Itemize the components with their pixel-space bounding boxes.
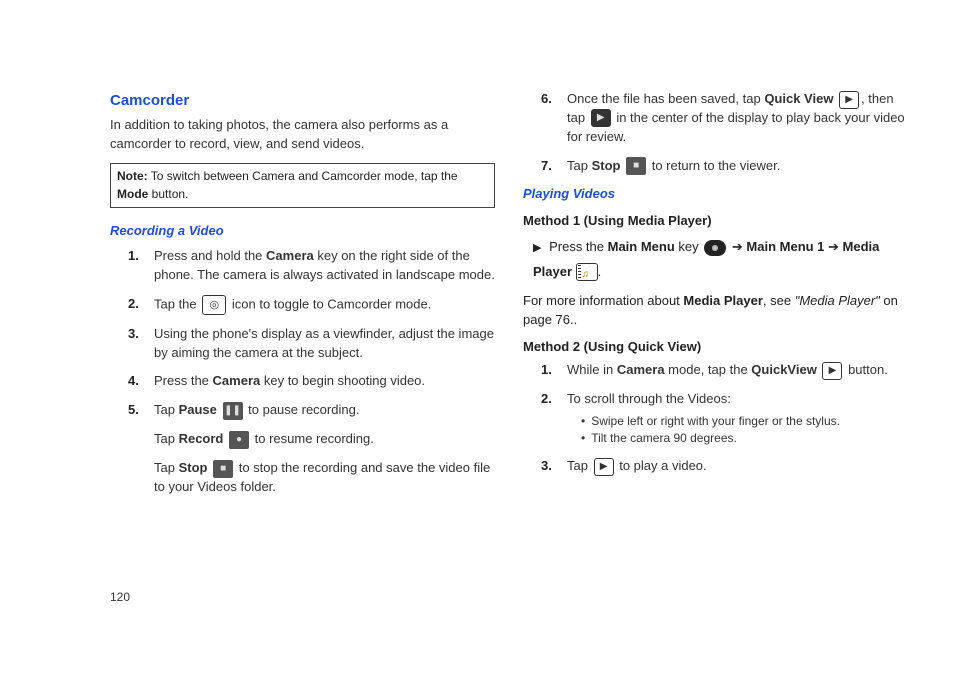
step-3: 3. Using the phone's display as a viewfi… [134, 325, 495, 363]
step-text: to resume recording. [255, 431, 374, 446]
play-filled-icon: ▶ [591, 109, 611, 127]
step-bold: Camera [213, 373, 261, 388]
step-bold: Pause [179, 402, 217, 417]
step-text: Tap the [154, 296, 200, 311]
step-text: Press and hold the [154, 248, 266, 263]
step-5: 5. Tap Pause ❚❚ to pause recording. Tap … [134, 401, 495, 496]
step-text: in the center of the display to play bac… [567, 110, 905, 144]
arrow-1: ➔ [732, 239, 747, 254]
step-text: Press the [154, 373, 213, 388]
step-text: Using the phone's display as a viewfinde… [154, 326, 494, 360]
step-text: icon to toggle to Camcorder mode. [232, 296, 431, 311]
ref-text: For more information about [523, 293, 683, 308]
step-text: Once the file has been saved, tap [567, 91, 764, 106]
step-text: Tap [154, 460, 179, 475]
note-box: Note: To switch between Camera and Camco… [110, 163, 495, 208]
scroll-options-list: Swipe left or right with your finger or … [567, 413, 908, 448]
right-column: 6. Once the file has been saved, tap Qui… [523, 90, 908, 507]
press-dot: . [598, 264, 602, 279]
step-1: 1. Press and hold the Camera key on the … [134, 247, 495, 285]
step-text: to play a video. [619, 458, 706, 473]
document-page: Camcorder In addition to taking photos, … [0, 0, 954, 507]
step-4: 4. Press the Camera key to begin shootin… [134, 372, 495, 391]
page-number: 120 [110, 590, 130, 604]
play-outline-icon: ▶ [839, 91, 859, 109]
pointer-icon: ▶ [533, 242, 541, 254]
note-text-2: button. [148, 187, 188, 201]
step-text: Tap [567, 158, 592, 173]
ref-bold: Media Player [683, 293, 763, 308]
note-text-1: To switch between Camera and Camcorder m… [148, 169, 458, 183]
stop-icon: ■ [213, 460, 233, 478]
step-text: While in [567, 362, 617, 377]
step-text: button. [848, 362, 888, 377]
steps-list-continued: 6. Once the file has been saved, tap Qui… [523, 90, 908, 175]
steps-list-recording: 1. Press and hold the Camera key on the … [110, 247, 495, 497]
steps-list-quickview: 1. While in Camera mode, tap the QuickVi… [523, 361, 908, 476]
camcorder-toggle-icon: ◎ [202, 295, 226, 315]
step-number: 7. [541, 157, 552, 176]
step-number: 3. [541, 457, 552, 476]
press-text: key [675, 239, 702, 254]
subheading-playing: Playing Videos [523, 185, 908, 204]
main-menu-key-icon [704, 240, 726, 256]
lead-paragraph: In addition to taking photos, the camera… [110, 116, 495, 154]
step-2: 2. Tap the ◎ icon to toggle to Camcorder… [134, 295, 495, 315]
step-5-record-line: Tap Record ● to resume recording. [154, 430, 495, 449]
ref-text: , see [763, 293, 795, 308]
step-number: 1. [128, 247, 139, 266]
press-text: Press the [549, 239, 608, 254]
arrow-2: ➔ [824, 239, 842, 254]
step-text: To scroll through the Videos: [567, 391, 731, 406]
list-item: Tilt the camera 90 degrees. [581, 430, 908, 447]
step-bold: Record [179, 431, 224, 446]
press-bold: Main Menu [608, 239, 675, 254]
note-mode-word: Mode [117, 187, 148, 201]
press-bold: Main Menu 1 [746, 239, 824, 254]
play-outline-icon: ▶ [594, 458, 614, 476]
step-text: to return to the viewer. [652, 158, 781, 173]
list-item: Swipe left or right with your finger or … [581, 413, 908, 430]
media-player-icon [576, 263, 598, 281]
pause-icon: ❚❚ [223, 402, 243, 420]
step-bold: QuickView [751, 362, 817, 377]
qv-step-1: 1. While in Camera mode, tap the QuickVi… [547, 361, 908, 380]
step-6: 6. Once the file has been saved, tap Qui… [547, 90, 908, 147]
section-heading-camcorder: Camcorder [110, 90, 495, 112]
step-7: 7. Tap Stop ■ to return to the viewer. [547, 157, 908, 176]
step-text: Tap [567, 458, 592, 473]
play-outline-icon: ▶ [822, 362, 842, 380]
step-bold: Camera [266, 248, 314, 263]
step-number: 2. [541, 390, 552, 409]
step-text: Tap [154, 402, 179, 417]
step-text: mode, tap the [665, 362, 752, 377]
stop-icon: ■ [626, 157, 646, 175]
step-bold: Quick View [764, 91, 833, 106]
step-text: to pause recording. [248, 402, 359, 417]
method-1-heading: Method 1 (Using Media Player) [523, 212, 908, 231]
step-bold: Stop [592, 158, 621, 173]
step-number: 4. [128, 372, 139, 391]
method-1-instruction: ▶ Press the Main Menu key ➔ Main Menu 1 … [533, 235, 908, 284]
step-bold: Stop [179, 460, 208, 475]
step-number: 3. [128, 325, 139, 344]
step-number: 6. [541, 90, 552, 109]
step-number: 5. [128, 401, 139, 420]
step-5-stop-line: Tap Stop ■ to stop the recording and sav… [154, 459, 495, 497]
subheading-recording: Recording a Video [110, 222, 495, 241]
step-number: 2. [128, 295, 139, 314]
step-number: 1. [541, 361, 552, 380]
qv-step-2: 2. To scroll through the Videos: Swipe l… [547, 390, 908, 448]
note-label: Note: [117, 169, 148, 183]
record-icon: ● [229, 431, 249, 449]
method-2-heading: Method 2 (Using Quick View) [523, 338, 908, 357]
qv-step-3: 3. Tap ▶ to play a video. [547, 457, 908, 476]
reference-line: For more information about Media Player,… [523, 292, 908, 330]
step-text: Tap [154, 431, 179, 446]
step-text: key to begin shooting video. [260, 373, 425, 388]
left-column: Camcorder In addition to taking photos, … [110, 90, 495, 507]
step-bold: Camera [617, 362, 665, 377]
ref-italic: "Media Player" [795, 293, 880, 308]
